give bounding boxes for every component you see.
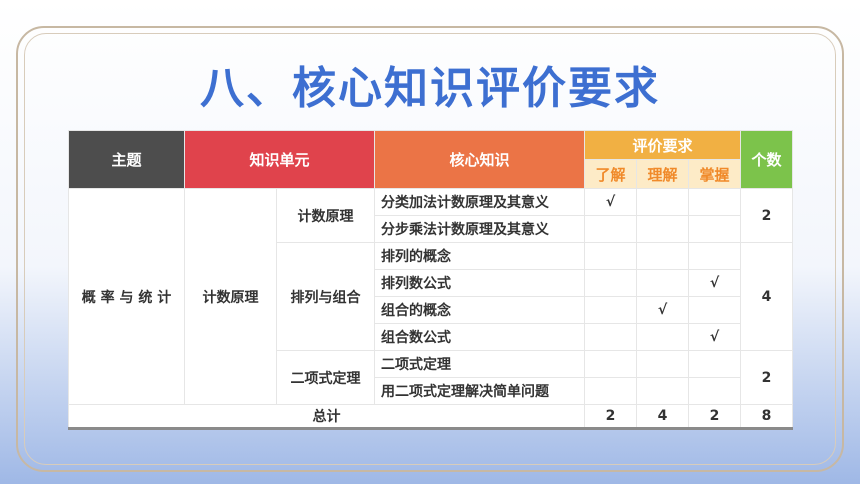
mark-cell [688,215,742,243]
mark-cell [584,377,638,405]
header-level-master: 掌握 [688,159,742,189]
mark-cell [688,296,742,324]
count-cell: 2 [740,188,794,243]
mark-cell [584,215,638,243]
header-level-understand: 了解 [584,159,638,189]
mark-cell [688,242,742,270]
mark-cell [636,242,690,270]
header-evaluation: 评价要求 [584,130,742,160]
total-value: 2 [688,404,742,430]
total-label: 总计 [67,404,586,430]
total-row: 总计 2 4 2 8 [67,404,794,430]
group-cell: 计数原理 [275,188,376,243]
total-value: 8 [740,404,794,430]
total-value: 4 [636,404,690,430]
table-row: 概 率 与 统 计 计数原理 计数原理 分类加法计数原理及其意义 √ 2 [68,188,794,405]
mark-cell [636,377,690,405]
mark-cell: √ [584,188,638,216]
knowledge-cell: 二项式定理 [374,350,586,378]
header-theme: 主题 [68,130,185,189]
group-cell: 二项式定理 [275,350,376,405]
mark-cell: √ [688,323,742,351]
count-cell: 2 [740,350,794,405]
total-value: 2 [584,404,638,430]
mark-cell [584,323,638,351]
mark-cell: √ [688,269,742,297]
knowledge-cell: 分步乘法计数原理及其意义 [374,215,586,243]
mark-cell [636,323,690,351]
evaluation-table: 主题 知识单元 核心知识 评价要求 个数 了解 理解 掌握 概 率 与 统 计 … [67,130,794,430]
mark-cell: √ [636,296,690,324]
header-level-comprehend: 理解 [636,159,690,189]
count-cell: 4 [740,242,794,351]
mark-cell [636,188,690,216]
group-cell: 排列与组合 [275,242,376,351]
mark-cell [636,269,690,297]
unit-cell: 计数原理 [184,188,277,405]
knowledge-cell: 排列的概念 [374,242,586,270]
mark-cell [636,350,690,378]
mark-cell [584,269,638,297]
mark-cell [584,296,638,324]
knowledge-cell: 分类加法计数原理及其意义 [374,188,586,216]
mark-cell [688,188,742,216]
mark-cell [584,350,638,378]
header-unit: 知识单元 [183,130,376,189]
mark-cell [636,215,690,243]
mark-cell [688,350,742,378]
knowledge-cell: 排列数公式 [374,269,586,297]
knowledge-cell: 组合的概念 [374,296,586,324]
knowledge-cell: 组合数公式 [374,323,586,351]
mark-cell [584,242,638,270]
header-core-knowledge: 核心知识 [374,130,586,189]
theme-cell: 概 率 与 统 计 [68,188,185,405]
knowledge-cell: 用二项式定理解决简单问题 [374,377,586,405]
header-count: 个数 [740,130,794,189]
mark-cell [688,377,742,405]
page-title: 八、核心知识评价要求 [200,63,660,114]
